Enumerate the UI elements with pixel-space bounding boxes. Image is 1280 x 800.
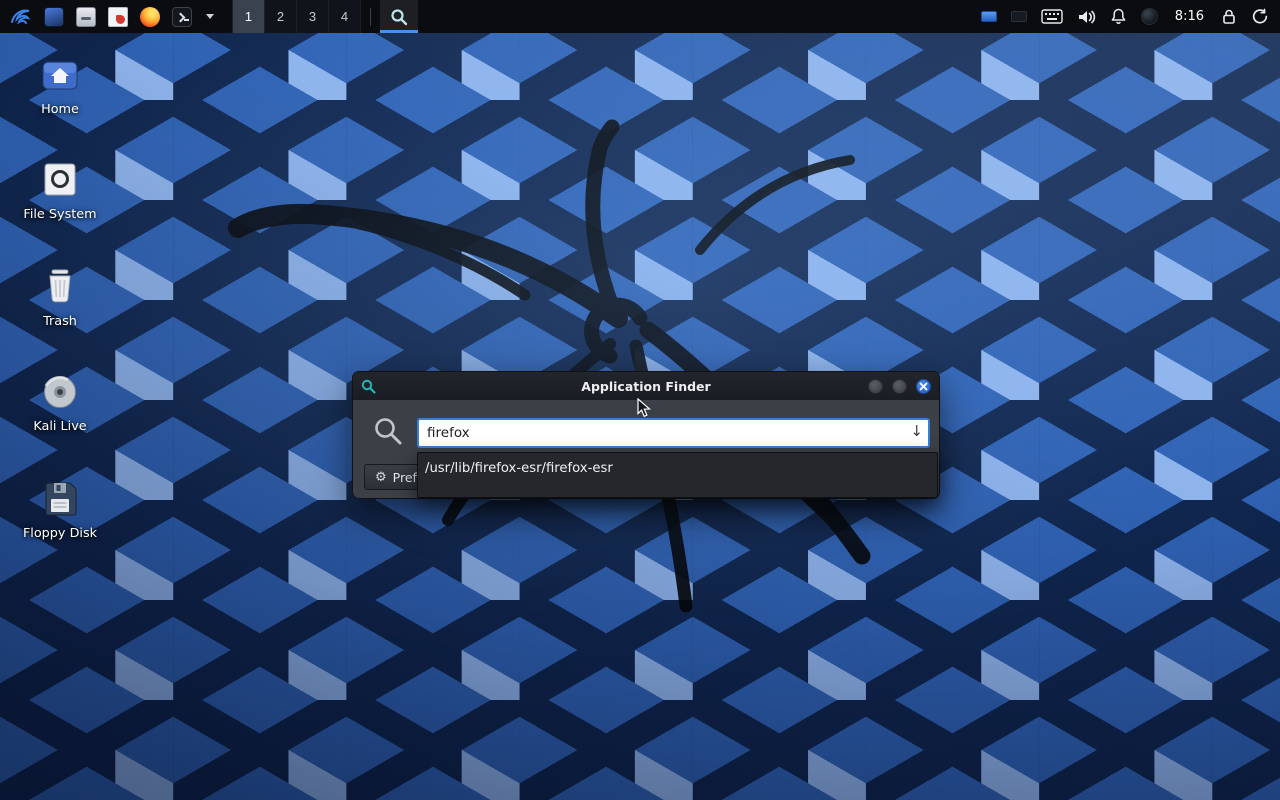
workspace-1[interactable]: 1 (233, 0, 265, 33)
desktop-icon-label: Floppy Disk (23, 526, 97, 541)
clock[interactable]: 8:16 (1170, 9, 1209, 24)
titlebar[interactable]: Application Finder (353, 372, 939, 400)
tray-indicator-dark[interactable] (1009, 0, 1029, 33)
search-input-wrap: ↓ (417, 418, 930, 448)
bell-icon (1110, 8, 1127, 25)
launcher-terminal[interactable] (166, 0, 198, 33)
firefox-icon (140, 7, 160, 27)
kali-menu-button[interactable] (4, 0, 38, 33)
maximize-button[interactable] (892, 379, 907, 394)
application-finder-icon (390, 8, 408, 26)
lock-screen-button[interactable] (1219, 0, 1239, 33)
keyboard-layout-button[interactable] (1039, 0, 1065, 33)
terminal-icon (172, 7, 192, 27)
application-finder-icon-small (361, 379, 376, 394)
floppy-disk-icon (40, 480, 80, 518)
completion-dropdown: /usr/lib/firefox-esr/firefox-esr (417, 452, 938, 498)
keyboard-icon (1041, 9, 1063, 24)
desktop-icon-file-system[interactable]: File System (12, 161, 108, 222)
status-sphere-button[interactable] (1139, 0, 1160, 33)
window-title: Application Finder (353, 379, 939, 394)
search-input[interactable] (417, 418, 930, 448)
chevron-down-icon (206, 14, 214, 19)
top-panel: 1 2 3 4 (0, 0, 1280, 33)
disc-icon (40, 373, 80, 411)
search-icon (373, 416, 403, 446)
launcher-text-editor[interactable] (102, 0, 134, 33)
text-editor-icon (108, 7, 128, 27)
desktop-icon-label: Home (41, 102, 79, 117)
kali-logo-icon (10, 6, 32, 28)
dropdown-arrow-icon[interactable]: ↓ (910, 422, 923, 440)
workspace-4[interactable]: 4 (329, 0, 361, 33)
desktop-icon-kali-live[interactable]: Kali Live (12, 373, 108, 434)
terminal-dropdown-button[interactable] (198, 0, 222, 33)
logout-button[interactable] (1249, 0, 1270, 33)
home-icon (40, 56, 80, 94)
minimize-button[interactable] (868, 379, 883, 394)
suggestion-item[interactable]: /usr/lib/firefox-esr/firefox-esr (418, 453, 937, 484)
notifications-button[interactable] (1108, 0, 1129, 33)
status-sphere-icon (1141, 8, 1158, 25)
window-icon (44, 7, 64, 27)
file-manager-icon (76, 7, 96, 27)
tray-indicator-blue[interactable] (979, 0, 999, 33)
gear-icon: ⚙ (375, 470, 387, 485)
volume-button[interactable] (1075, 0, 1098, 33)
volume-icon (1077, 9, 1096, 25)
blue-indicator-icon (981, 11, 997, 22)
panel-launchers: 1 2 3 4 (0, 0, 418, 33)
desktop-icon-trash[interactable]: Trash (12, 266, 108, 329)
workspace-3[interactable]: 3 (297, 0, 329, 33)
launcher-window-manager[interactable] (38, 0, 70, 33)
desktop-icon-label: Trash (43, 314, 77, 329)
desktop-icon-label: File System (23, 207, 96, 222)
desktop-icon-home[interactable]: Home (12, 56, 108, 117)
launcher-file-manager[interactable] (70, 0, 102, 33)
file-system-icon (40, 161, 80, 199)
workspace-2[interactable]: 2 (265, 0, 297, 33)
desktop-icon-floppy-disk[interactable]: Floppy Disk (12, 480, 108, 541)
window-controls (868, 379, 931, 394)
logout-icon (1251, 8, 1268, 25)
workspace-switcher: 1 2 3 4 (232, 0, 361, 33)
desktop-icon-label: Kali Live (33, 419, 86, 434)
dark-indicator-icon (1011, 11, 1027, 22)
close-button[interactable] (916, 379, 931, 394)
launcher-firefox[interactable] (134, 0, 166, 33)
taskbar-application-finder[interactable] (380, 0, 418, 33)
desktop: 1 2 3 4 (0, 0, 1280, 800)
panel-separator (370, 8, 371, 26)
close-icon (919, 382, 928, 391)
lock-icon (1221, 8, 1237, 25)
trash-icon (40, 266, 80, 306)
panel-tray: 8:16 (979, 0, 1280, 33)
